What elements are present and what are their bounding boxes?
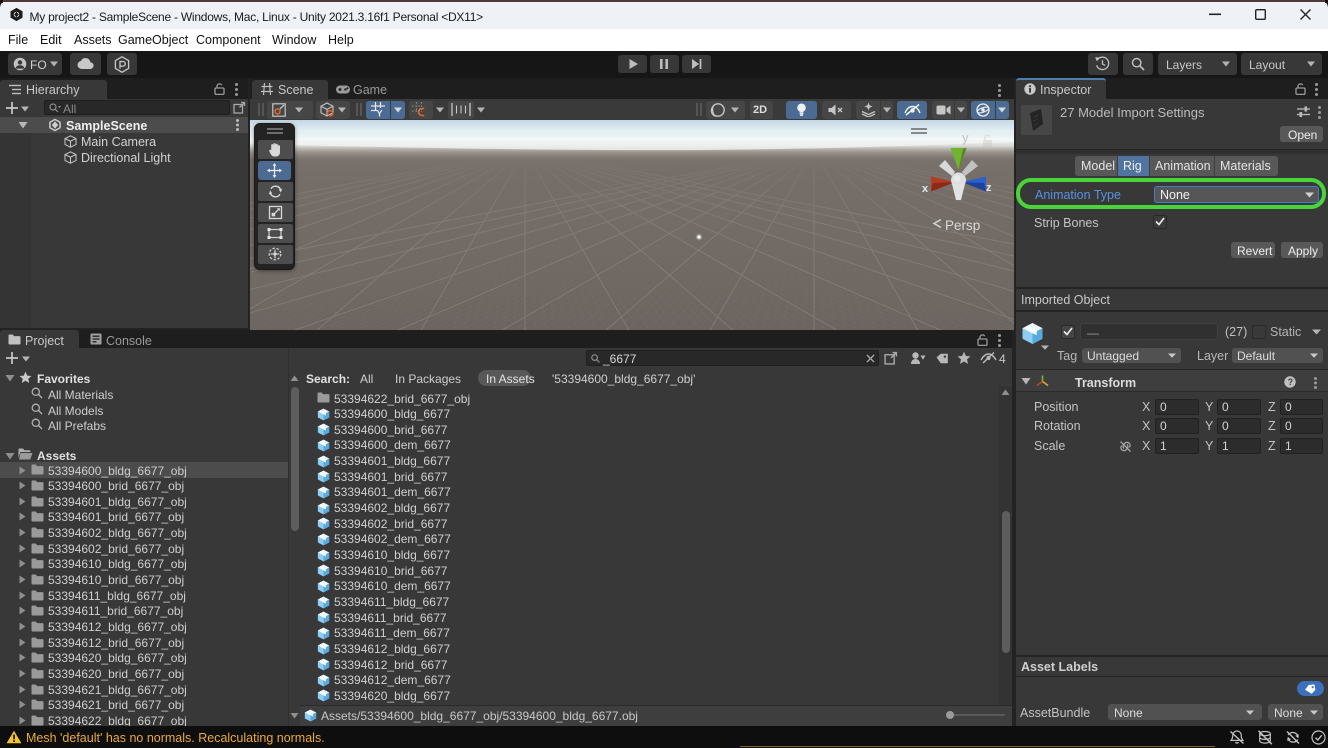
svg-text:x: x — [922, 183, 929, 195]
svg-text:Y: Y — [377, 109, 383, 118]
svg-text:Persp: Persp — [945, 218, 980, 233]
svg-text:y: y — [962, 130, 969, 145]
svg-text:?: ? — [1288, 377, 1294, 387]
svg-text:z: z — [986, 182, 992, 194]
